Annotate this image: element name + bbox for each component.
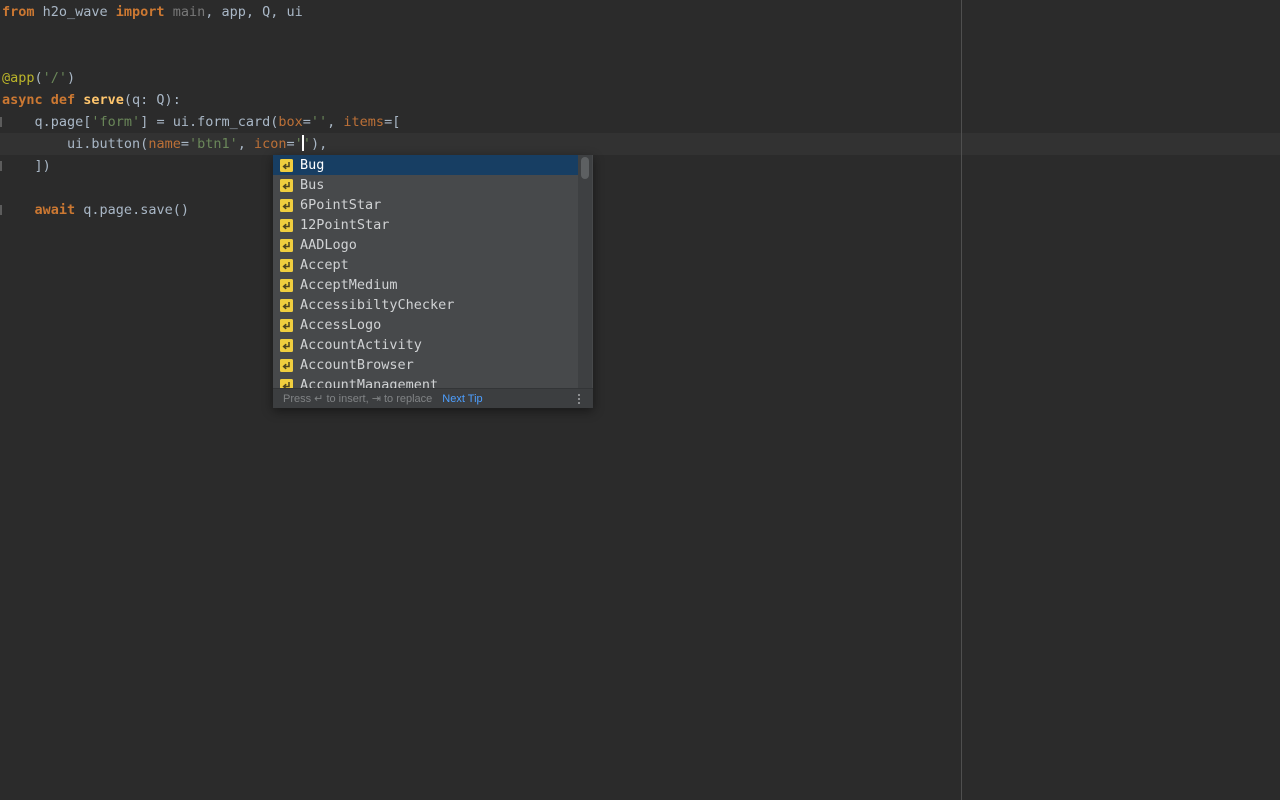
completion-item-label: AccountManagement xyxy=(300,377,438,388)
completion-item[interactable]: Bus xyxy=(273,175,579,195)
popup-scrollbar-track[interactable] xyxy=(578,155,592,388)
completion-item[interactable]: AccessLogo xyxy=(273,315,579,335)
completion-item-label: AccessLogo xyxy=(300,317,381,333)
value-icon xyxy=(280,259,293,272)
code-line[interactable]: async def serve(q: Q): xyxy=(2,89,400,111)
completion-item-label: AADLogo xyxy=(300,237,357,253)
completion-item[interactable]: Bug xyxy=(273,155,579,175)
value-icon xyxy=(280,159,293,172)
completion-item[interactable]: AccountActivity xyxy=(273,335,579,355)
completion-item[interactable]: 6PointStar xyxy=(273,195,579,215)
completion-item[interactable]: 12PointStar xyxy=(273,215,579,235)
value-icon xyxy=(280,319,293,332)
completion-item[interactable]: AADLogo xyxy=(273,235,579,255)
completion-item-label: AccountActivity xyxy=(300,337,422,353)
completion-item-label: AccountBrowser xyxy=(300,357,414,373)
autocomplete-popup: Bug Bus 6PointStar 12PointStar AADLogo Accept… xyxy=(273,155,593,408)
completion-item-label: Bug xyxy=(300,157,324,173)
completion-item[interactable]: Accept xyxy=(273,255,579,275)
completion-item[interactable]: AcceptMedium xyxy=(273,275,579,295)
value-icon xyxy=(280,179,293,192)
completion-item[interactable]: AccountBrowser xyxy=(273,355,579,375)
completion-list: Bug Bus 6PointStar 12PointStar AADLogo Accept… xyxy=(273,155,593,388)
code-line[interactable]: from h2o_wave import main, app, Q, ui xyxy=(2,1,400,23)
completion-item[interactable]: AccountManagement xyxy=(273,375,579,388)
completion-item-label: AccessibiltyChecker xyxy=(300,297,454,313)
code-line[interactable]: ui.button(name='btn1', icon=''), xyxy=(2,133,400,155)
code-line[interactable]: q.page['form'] = ui.form_card(box='', it… xyxy=(2,111,400,133)
kebab-menu-icon[interactable] xyxy=(573,391,585,407)
value-icon xyxy=(280,339,293,352)
code-line[interactable] xyxy=(2,45,400,67)
popup-scrollbar-thumb[interactable] xyxy=(581,157,589,179)
value-icon xyxy=(280,359,293,372)
completion-item-label: Bus xyxy=(300,177,324,193)
completion-item[interactable]: AccessibiltyChecker xyxy=(273,295,579,315)
value-icon xyxy=(280,379,293,389)
value-icon xyxy=(280,239,293,252)
right-margin-guide xyxy=(961,0,962,800)
code-editor[interactable]: from h2o_wave import main, app, Q, ui @ap… xyxy=(0,0,1280,800)
completion-item-label: 12PointStar xyxy=(300,217,389,233)
completion-item-label: Accept xyxy=(300,257,349,273)
value-icon xyxy=(280,299,293,312)
value-icon xyxy=(280,279,293,292)
next-tip-link[interactable]: Next Tip xyxy=(442,393,482,405)
code-line[interactable]: @app('/') xyxy=(2,67,400,89)
code-line[interactable] xyxy=(2,23,400,45)
completion-item-label: 6PointStar xyxy=(300,197,381,213)
value-icon xyxy=(280,219,293,232)
popup-hint-bar: Press ↵ to insert, ⇥ to replace Next Tip xyxy=(273,388,593,408)
value-icon xyxy=(280,199,293,212)
completion-item-label: AcceptMedium xyxy=(300,277,398,293)
hint-text: Press ↵ to insert, ⇥ to replace xyxy=(283,392,432,405)
